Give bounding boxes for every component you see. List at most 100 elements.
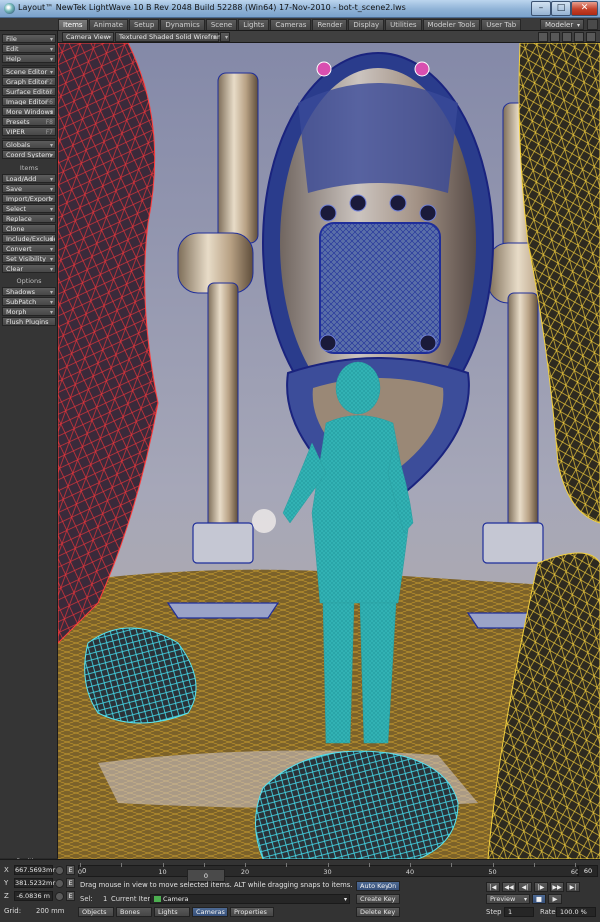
y-axis-label: Y (4, 879, 9, 887)
sidebar-morph-button[interactable]: Morph ▾ (2, 307, 56, 316)
x-envelope-button[interactable]: E (66, 865, 75, 875)
sidebar-include-exclude-button[interactable]: Include/Exclude ▾ (2, 234, 56, 243)
maximize-button[interactable]: □ (551, 1, 571, 16)
sidebar-clone-button[interactable]: Clone (2, 224, 56, 233)
status-message: Drag mouse in view to move selected item… (80, 881, 353, 889)
view-mode-dropdown[interactable]: Camera View ▾ (62, 32, 114, 42)
sidebar-shadows-button[interactable]: Shadows ▾ (2, 287, 56, 296)
tab-modeler-tools[interactable]: Modeler Tools (422, 19, 481, 30)
camera-viewport[interactable] (58, 43, 600, 859)
viewport-header: Camera View ▾ Textured Shaded Solid Wire… (58, 31, 600, 43)
sidebar-set-visibility-button[interactable]: Set Visibility ▾ (2, 254, 56, 263)
selection-count: 1 (103, 895, 108, 903)
sidebar-help-button[interactable]: Help ▾ (2, 54, 56, 63)
y-reset-button[interactable] (55, 879, 64, 888)
sidebar-edit-button[interactable]: Edit ▾ (2, 44, 56, 53)
previous-frame-button[interactable]: ◀| (518, 882, 532, 892)
current-item-value: Camera (163, 895, 189, 903)
sidebar-viper-button[interactable]: VIPER F7 (2, 127, 56, 136)
rotate-view-icon[interactable] (550, 32, 560, 42)
timeline-tick-label: 40 (405, 868, 415, 876)
sidebar-surface-editor-button[interactable]: Surface Editor F5 (2, 87, 56, 96)
layout-options-icon[interactable] (587, 19, 598, 30)
chevron-down-icon: ▾ (49, 266, 53, 273)
tab-cameras[interactable]: Cameras (270, 19, 312, 30)
x-reset-button[interactable] (55, 866, 64, 875)
item-type-cameras-button[interactable]: Cameras (192, 907, 228, 917)
next-frame-button[interactable]: |▶ (534, 882, 548, 892)
tab-utilities[interactable]: Utilities (385, 19, 422, 30)
y-position-field[interactable]: 381.5232mm (14, 878, 59, 888)
sidebar-coord-system-button[interactable]: Coord System ▾ (2, 150, 56, 159)
step-field[interactable]: 1 (504, 907, 534, 917)
sidebar-scene-editor-button[interactable]: Scene Editor ▾ (2, 67, 56, 76)
item-type-properties-button[interactable]: Properties (230, 907, 274, 917)
sidebar-item-label: Set Visibility (6, 255, 46, 263)
sidebar-item-label: Include/Exclude (6, 235, 56, 243)
sidebar-subpatch-button[interactable]: SubPatch ▾ (2, 297, 56, 306)
move-view-icon[interactable] (538, 32, 548, 42)
go-to-start-button[interactable]: |◀ (486, 882, 500, 892)
sidebar-image-editor-button[interactable]: Image Editor F6 (2, 97, 56, 106)
tab-animate[interactable]: Animate (88, 19, 128, 30)
sidebar-replace-button[interactable]: Replace ▾ (2, 214, 56, 223)
item-type-bones-button[interactable]: Bones (116, 907, 152, 917)
modeler-switch-button[interactable]: Modeler ▾ (540, 19, 584, 30)
next-key-button[interactable]: ▶▶ (550, 882, 564, 892)
sidebar-clear-button[interactable]: Clear ▾ (2, 264, 56, 273)
shading-mode-dropdown[interactable]: Textured Shaded Solid Wireframe ▾ (115, 32, 227, 42)
previous-key-button[interactable]: ◀◀ (502, 882, 516, 892)
delete-key-button[interactable]: Delete Key (356, 907, 400, 917)
y-envelope-button[interactable]: E (66, 878, 75, 888)
sidebar-import-export-button[interactable]: Import/Export ▾ (2, 194, 56, 203)
sidebar-save-button[interactable]: Save ▾ (2, 184, 56, 193)
timeline-start: 0 (82, 867, 87, 875)
play-button[interactable]: ▶ (548, 894, 562, 904)
tab-user-tab[interactable]: User Tab (481, 19, 522, 30)
rate-field[interactable]: 100.0 % (556, 907, 596, 917)
go-to-end-button[interactable]: ▶| (566, 882, 580, 892)
end-frame-field[interactable]: 60 (578, 865, 598, 877)
z-envelope-button[interactable]: E (66, 891, 75, 901)
item-type-objects-button[interactable]: Objects (78, 907, 114, 917)
z-reset-button[interactable] (55, 892, 64, 901)
sidebar-graph-editor-button[interactable]: Graph Editor F2 (2, 77, 56, 86)
tab-setup[interactable]: Setup (128, 19, 160, 30)
tab-render[interactable]: Render (312, 19, 348, 30)
auto-key-label: Auto Key (360, 882, 389, 890)
sidebar-presets-button[interactable]: Presets F8 (2, 117, 56, 126)
menu-tabs: Items Animate Setup Dynamics Scene Lights Came… (58, 19, 522, 30)
timeline-tick-label: 20 (240, 868, 250, 876)
sidebar-load-add-button[interactable]: Load/Add ▾ (2, 174, 56, 183)
render-view-icon[interactable] (586, 32, 596, 42)
sidebar-convert-button[interactable]: Convert ▾ (2, 244, 56, 253)
item-type-lights-button[interactable]: Lights (154, 907, 190, 917)
tab-display[interactable]: Display (348, 19, 385, 30)
viewport-options-button[interactable]: ▾ (220, 32, 230, 42)
sidebar-item-label: Edit (6, 45, 19, 53)
tab-lights[interactable]: Lights (238, 19, 270, 30)
zoom-view-icon[interactable] (562, 32, 572, 42)
sidebar-item-label: Shadows (6, 288, 36, 296)
timeline-tick-mark (533, 863, 535, 867)
sidebar-file-button[interactable]: File ▾ (2, 34, 56, 43)
z-position-field[interactable]: -6.0836 m (14, 891, 53, 901)
auto-key-button[interactable]: Auto Key On (356, 881, 400, 891)
sidebar-globals-button[interactable]: Globals ▾ (2, 140, 56, 149)
playback-mode-dropdown[interactable]: Preview ▾ (486, 894, 530, 904)
sidebar-flush-plugins-button[interactable]: Flush Plugins (2, 317, 56, 326)
close-button[interactable]: ✕ (571, 1, 598, 16)
tab-scene[interactable]: Scene (205, 19, 238, 30)
tab-dynamics[interactable]: Dynamics (160, 19, 205, 30)
current-item-dropdown[interactable]: Camera ▾ (150, 894, 350, 904)
sidebar-select-button[interactable]: Select ▾ (2, 204, 56, 213)
camera-icon (154, 896, 161, 902)
x-position-field[interactable]: 667.5693mm (14, 865, 59, 875)
sidebar-more-windows-button[interactable]: More Windows ▾ (2, 107, 56, 116)
maximize-viewport-icon[interactable] (574, 32, 584, 42)
create-key-button[interactable]: Create Key (356, 894, 400, 904)
minimize-button[interactable]: – (531, 1, 551, 16)
selection-label: Sel: (80, 895, 93, 903)
tab-items[interactable]: Items (58, 19, 88, 30)
stop-button[interactable]: ■ (532, 894, 546, 904)
